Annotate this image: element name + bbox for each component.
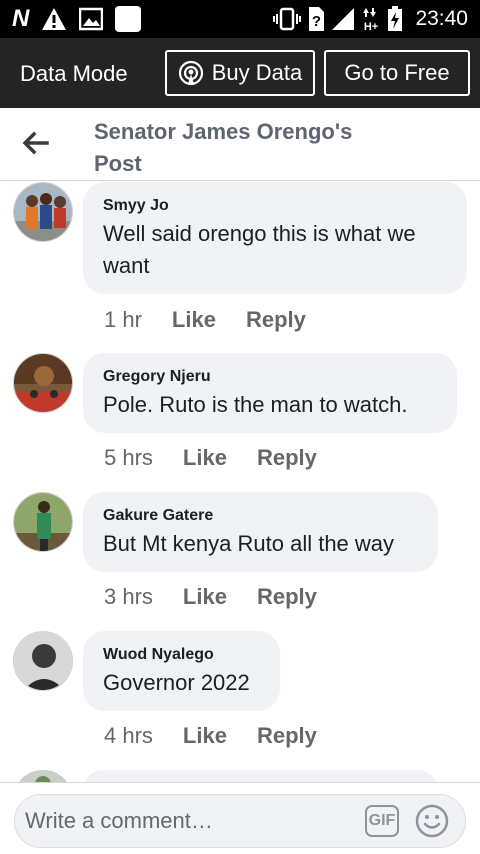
status-left-icons: N bbox=[12, 5, 142, 32]
comment-bubble[interactable]: Wuod Nyalego Governor 2022 bbox=[83, 631, 280, 711]
n-notification-icon: N bbox=[12, 5, 30, 32]
battery-charging-icon bbox=[388, 6, 403, 31]
comment-text-line2: want bbox=[103, 253, 150, 278]
comment-actions: 5 hrs Like Reply bbox=[104, 445, 317, 471]
comment-timestamp: 1 hr bbox=[104, 307, 142, 332]
comment-author[interactable]: Wuod Nyalego bbox=[103, 645, 260, 665]
comment-composer-bar: GIF bbox=[0, 782, 480, 854]
emoji-icon[interactable] bbox=[415, 804, 449, 838]
reply-button[interactable]: Reply bbox=[257, 445, 317, 471]
comment-bubble[interactable]: Gregory Njeru Pole. Ruto is the man to w… bbox=[83, 353, 457, 433]
comment-text: But Mt kenya Ruto all the way bbox=[103, 531, 395, 556]
comment-bubble[interactable]: Gakure Gatere But Mt kenya Ruto all the … bbox=[83, 492, 438, 572]
network-type-label: H+ bbox=[364, 21, 378, 32]
page-title-line1: Senator James Orengo's bbox=[94, 119, 353, 144]
like-button[interactable]: Like bbox=[183, 584, 227, 610]
avatar-photo bbox=[14, 183, 72, 241]
avatar[interactable] bbox=[13, 182, 73, 242]
avatar[interactable] bbox=[13, 492, 73, 552]
svg-text:?: ? bbox=[312, 13, 321, 30]
back-arrow-icon[interactable] bbox=[20, 128, 50, 158]
comment-timestamp: 5 hrs bbox=[104, 445, 153, 470]
buy-data-button[interactable]: Buy Data bbox=[165, 50, 315, 96]
image-icon bbox=[79, 7, 104, 31]
avatar[interactable] bbox=[13, 353, 73, 413]
post-header: Senator James Orengo's Post bbox=[0, 108, 480, 181]
comment-text: Well said orengo this is what we want bbox=[103, 218, 447, 282]
reply-button[interactable]: Reply bbox=[246, 307, 306, 333]
status-right-icons: ? H+ 23:40 bbox=[273, 6, 468, 32]
status-bar: N ? H+ 23:40 bbox=[0, 0, 480, 38]
comment-actions: 3 hrs Like Reply bbox=[104, 584, 317, 610]
comment-timestamp: 4 hrs bbox=[104, 723, 153, 748]
avatar-photo bbox=[14, 493, 72, 551]
comment-text: Governor 2022 bbox=[103, 670, 250, 695]
comment-bubble[interactable]: Smyy Jo Well said orengo this is what we… bbox=[83, 182, 467, 294]
comment-text-line1: Well said orengo this is what we bbox=[103, 221, 416, 246]
comment-author[interactable]: Smyy Jo bbox=[103, 196, 447, 216]
buy-data-label: Buy Data bbox=[211, 60, 303, 85]
comment-text: Pole. Ruto is the man to watch. bbox=[103, 392, 408, 417]
reply-button[interactable]: Reply bbox=[257, 723, 317, 749]
comment-input[interactable] bbox=[25, 802, 355, 840]
like-button[interactable]: Like bbox=[172, 307, 216, 333]
gif-label: GIF bbox=[368, 812, 396, 829]
mobile-data-icon: H+ bbox=[363, 8, 379, 32]
gif-button[interactable]: GIF bbox=[365, 805, 399, 837]
broadcast-icon bbox=[178, 60, 203, 86]
avatar-photo bbox=[14, 632, 72, 690]
page-title-line2: Post bbox=[94, 151, 142, 176]
go-to-free-label: Go to Free bbox=[344, 60, 450, 85]
like-button[interactable]: Like bbox=[183, 723, 227, 749]
data-mode-bar: Data Mode Buy Data Go to Free bbox=[0, 38, 480, 108]
comment-actions: 4 hrs Like Reply bbox=[104, 723, 317, 749]
avatar-photo bbox=[14, 354, 72, 412]
comment-timestamp: 3 hrs bbox=[104, 584, 153, 609]
comment-author[interactable]: Gakure Gatere bbox=[103, 506, 418, 526]
avatar[interactable] bbox=[13, 631, 73, 691]
comment-actions: 1 hr Like Reply bbox=[104, 307, 306, 333]
clock: 23:40 bbox=[415, 7, 468, 30]
signal-icon bbox=[332, 8, 355, 30]
data-mode-label: Data Mode bbox=[20, 61, 128, 86]
vibrate-icon bbox=[273, 7, 302, 31]
page-title: Senator James Orengo's Post bbox=[94, 116, 394, 180]
like-button[interactable]: Like bbox=[183, 445, 227, 471]
unknown-sim-icon: ? bbox=[309, 7, 325, 31]
go-to-free-button[interactable]: Go to Free bbox=[324, 50, 470, 96]
app-notification-icon bbox=[115, 6, 142, 32]
comment-composer: GIF bbox=[14, 794, 466, 848]
warning-icon bbox=[42, 8, 67, 30]
reply-button[interactable]: Reply bbox=[257, 584, 317, 610]
comment-author[interactable]: Gregory Njeru bbox=[103, 367, 437, 387]
